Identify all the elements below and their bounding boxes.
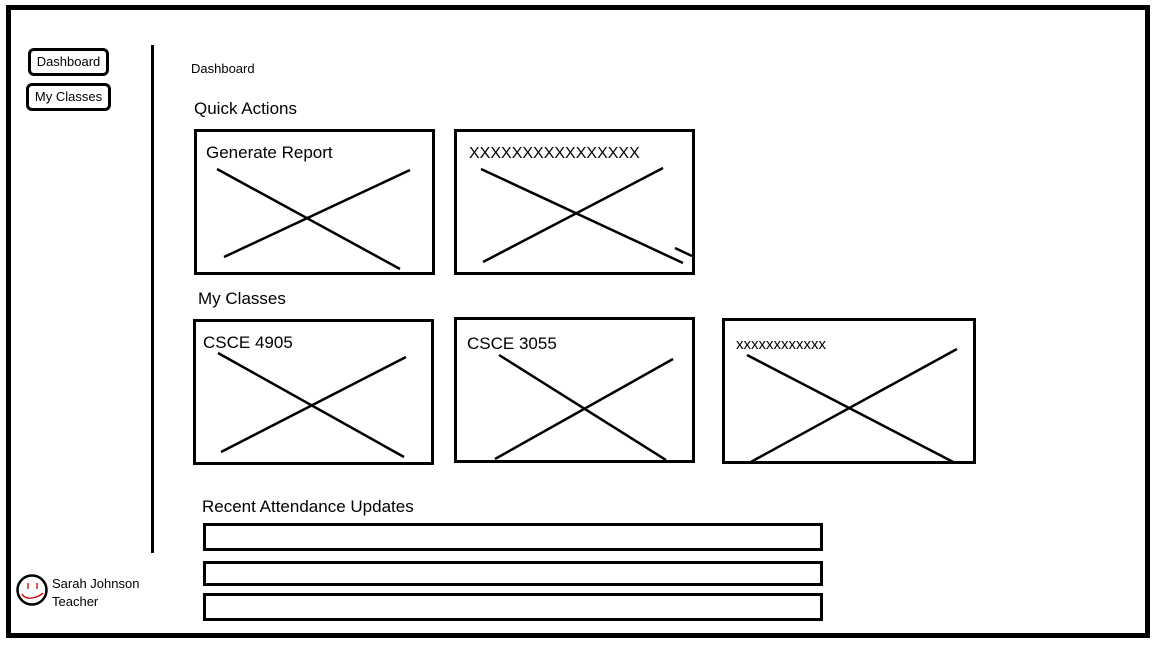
recent-attendance-heading: Recent Attendance Updates	[202, 497, 414, 516]
my-classes-heading: My Classes	[198, 289, 286, 308]
card-label: CSCE 3055	[467, 334, 557, 353]
attendance-row[interactable]	[203, 593, 823, 621]
attendance-row[interactable]	[203, 561, 823, 586]
card-label: Generate Report	[206, 143, 333, 162]
class-card-csce-3055[interactable]: CSCE 3055	[454, 317, 695, 463]
quick-action-card-generate-report[interactable]: Generate Report	[194, 129, 435, 275]
quick-actions-heading: Quick Actions	[194, 99, 297, 118]
card-label: XXXXXXXXXXXXXXXX	[469, 145, 640, 162]
sidebar-item-dashboard[interactable]: Dashboard	[28, 48, 109, 76]
sidebar-divider	[151, 45, 154, 553]
quick-action-card-placeholder[interactable]: XXXXXXXXXXXXXXXX	[454, 129, 695, 275]
class-card-csce-4905[interactable]: CSCE 4905	[193, 319, 434, 465]
user-name: Sarah Johnson	[52, 576, 140, 591]
card-label: CSCE 4905	[203, 333, 293, 352]
class-card-placeholder[interactable]: xxxxxxxxxxxx	[722, 318, 976, 464]
card-label: xxxxxxxxxxxx	[736, 336, 826, 353]
sidebar-item-my-classes[interactable]: My Classes	[26, 83, 111, 111]
avatar-icon	[16, 574, 48, 606]
page-title: Dashboard	[191, 61, 255, 76]
user-role: Teacher	[52, 594, 99, 609]
attendance-row[interactable]	[203, 523, 823, 551]
